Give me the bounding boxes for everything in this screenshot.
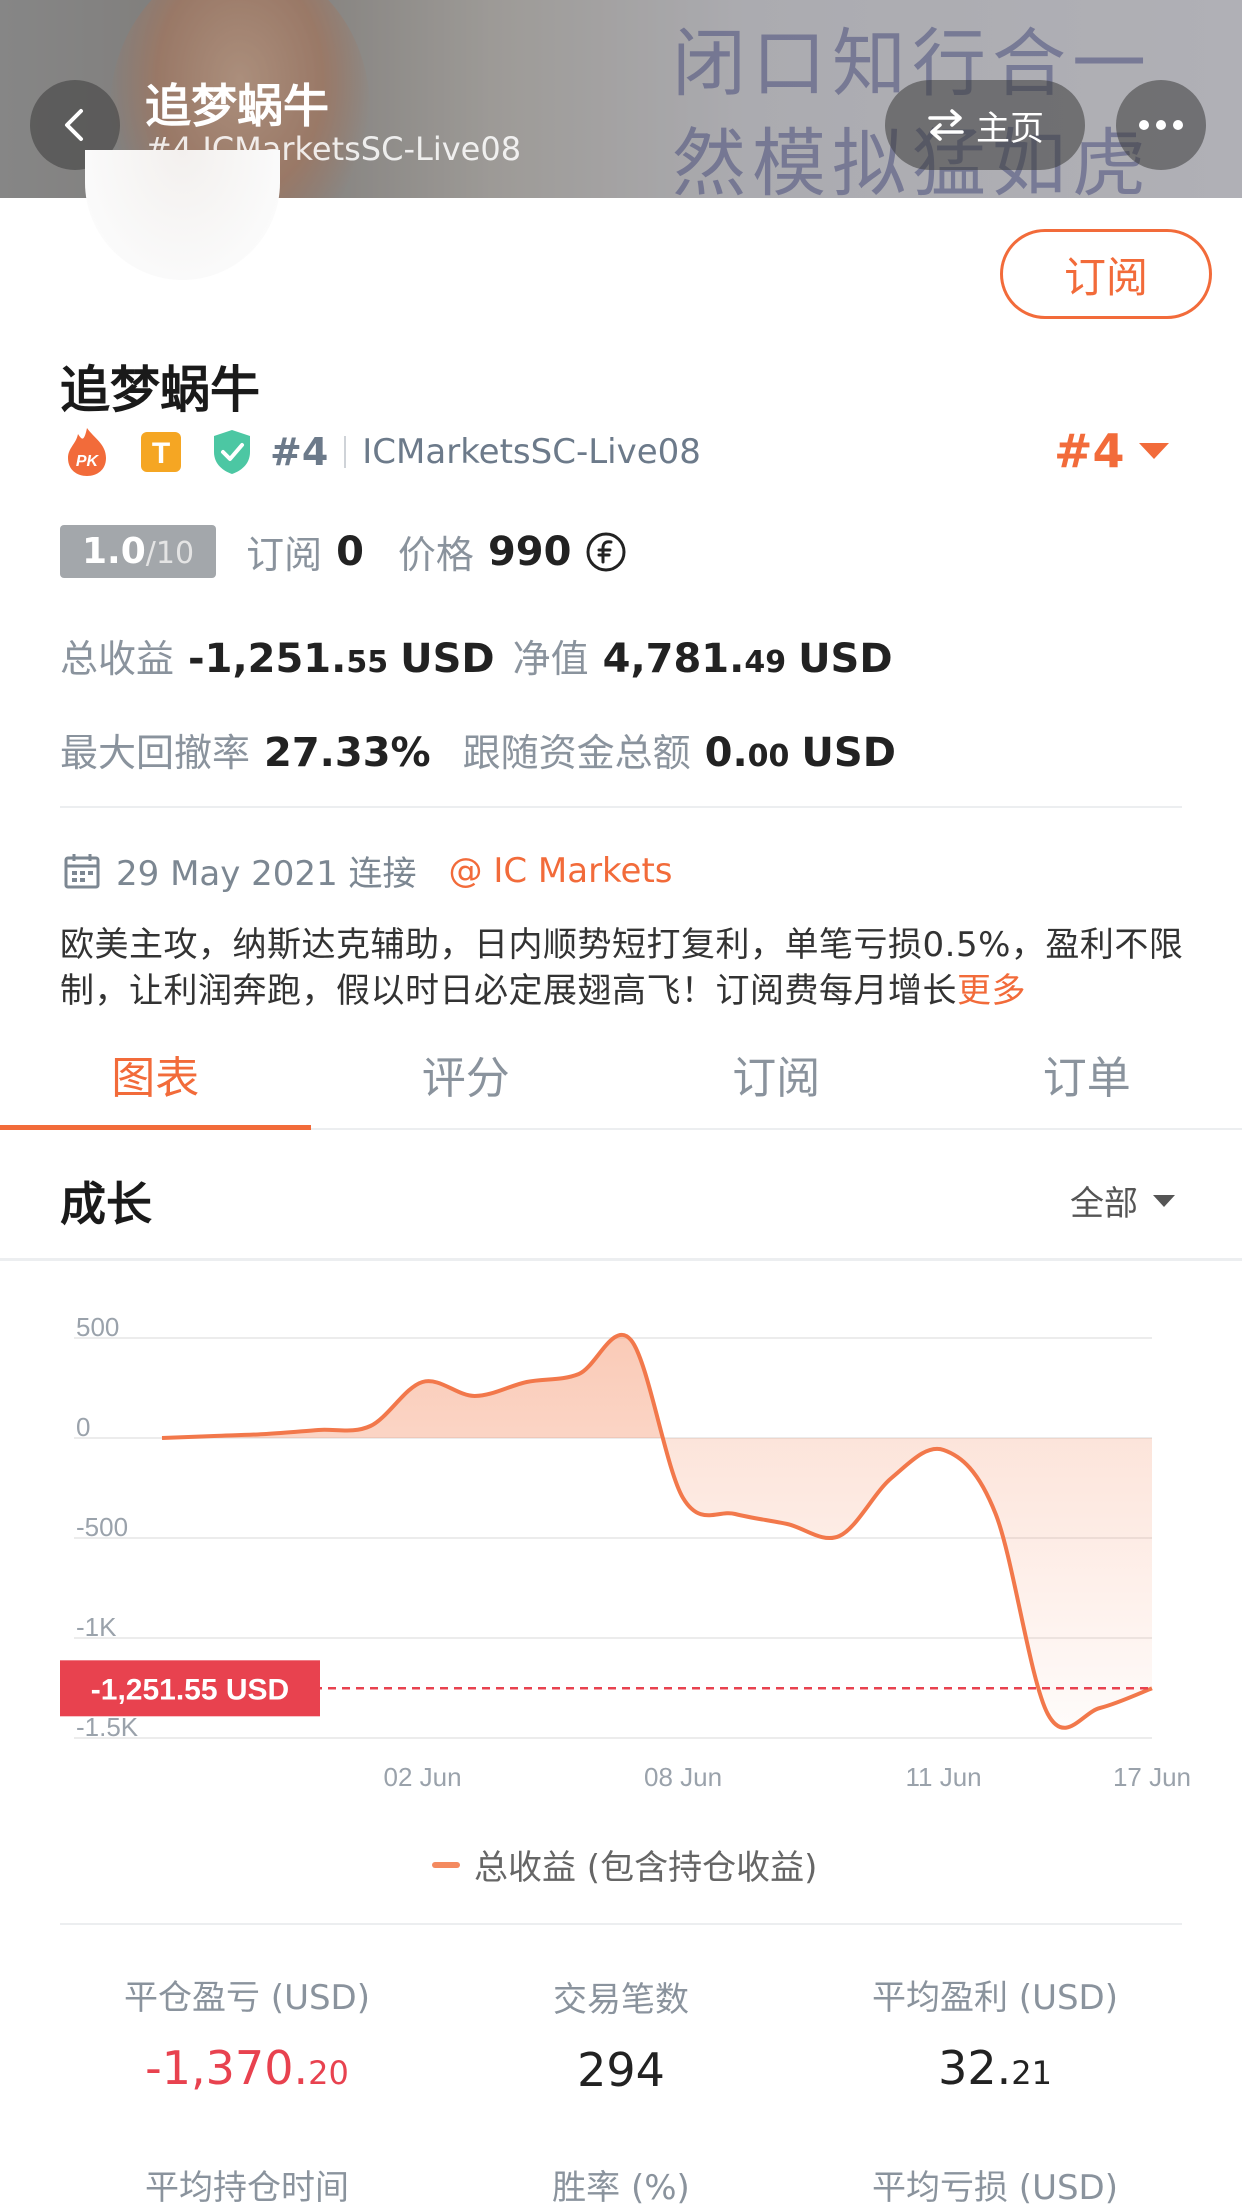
tab-subscription[interactable]: 订阅 xyxy=(621,1020,932,1128)
trader-t-icon: T xyxy=(140,431,182,473)
metric-label: 平均持仓时间 xyxy=(145,2168,349,2208)
rating-value: 1.0 xyxy=(82,531,146,572)
connection-info: 29 May 2021 连接 @ IC Markets xyxy=(62,846,673,895)
total-profit-int: -1,251. xyxy=(188,636,347,682)
price-label: 价格 xyxy=(397,533,474,577)
follow-amount-label: 跟随资金总额 xyxy=(462,731,691,775)
svg-text:T: T xyxy=(152,437,170,470)
strategy-description: 欧美主攻，纳斯达克辅助，日内顺势短打复利，单笔亏损0.5%，盈利不限制，让利润奔… xyxy=(60,922,1190,1014)
metric-label: 平仓盈亏 (USD) xyxy=(124,1978,370,2018)
tab-orders[interactable]: 订单 xyxy=(932,1020,1242,1128)
swap-icon xyxy=(928,109,964,141)
rating-badge: 1.0 /10 xyxy=(60,525,217,578)
total-profit-dec: 55 xyxy=(346,645,389,680)
follow-amount-int: 0. xyxy=(704,730,748,776)
x-tick-label: 02 Jun xyxy=(383,1762,461,1792)
y-tick-label: -1.5K xyxy=(76,1712,139,1742)
more-options-button[interactable] xyxy=(1116,80,1206,170)
verified-shield-icon xyxy=(210,428,254,476)
rating-max: /10 xyxy=(145,536,195,571)
more-dots-icon xyxy=(1139,120,1183,130)
metric-label: 平均亏损 (USD) xyxy=(872,2168,1118,2208)
metric-value: -1,370.20 xyxy=(57,2041,437,2095)
metric-label: 平均盈利 (USD) xyxy=(872,1978,1118,2018)
rank-label: #4 xyxy=(270,430,329,474)
home-button-label: 主页 xyxy=(976,108,1044,149)
y-tick-label: 500 xyxy=(76,1312,119,1342)
caret-down-icon xyxy=(1153,1194,1175,1207)
header-title: 追梦蜗牛 xyxy=(145,79,329,133)
y-tick-label: -1K xyxy=(76,1612,117,1642)
metric-closed-pnl: 平仓盈亏 (USD) -1,370.20 xyxy=(57,1970,437,2095)
drawdown-line: 最大回撤率 27.33% 跟随资金总额 0. 00 USD xyxy=(60,722,896,777)
metric-trade-count: 交易笔数 294 xyxy=(431,1972,811,2097)
y-tick-label: 0 xyxy=(76,1412,90,1442)
equity-dec: 49 xyxy=(744,645,787,680)
broker-link[interactable]: @ IC Markets xyxy=(449,851,673,891)
chart-legend: 总收益 (包含持仓收益) xyxy=(432,1840,817,1889)
y-tick-label: -500 xyxy=(76,1512,128,1542)
metric-label: 交易笔数 xyxy=(553,1980,689,2020)
total-profit-unit: USD xyxy=(400,636,495,682)
chevron-left-icon xyxy=(65,109,83,141)
metric-value-dec: 20 xyxy=(308,2054,349,2092)
metric-win-rate: 胜率 (%) xyxy=(431,2160,811,2208)
range-label: 全部 xyxy=(1070,1184,1138,1224)
metric-value-int: 32. xyxy=(938,2041,1012,2095)
coin-icon xyxy=(586,532,626,571)
drawdown-label: 最大回撤率 xyxy=(60,731,251,775)
growth-title: 成长 xyxy=(60,1177,152,1231)
rating-line: 1.0 /10 订阅 0 价格 990 xyxy=(60,524,627,579)
section-divider xyxy=(0,1258,1242,1261)
metric-value-int: 294 xyxy=(577,2043,665,2097)
x-tick-label: 11 Jun xyxy=(906,1762,982,1792)
divider xyxy=(60,1923,1182,1925)
pk-fire-icon: PK xyxy=(64,426,110,478)
metric-avg-hold-time: 平均持仓时间 xyxy=(57,2160,437,2208)
range-dropdown[interactable]: 全部 xyxy=(1070,1176,1176,1225)
equity-int: 4,781. xyxy=(602,636,745,682)
divider xyxy=(60,806,1182,808)
svg-text:PK: PK xyxy=(76,453,100,470)
rank-dropdown-label: #4 xyxy=(1054,424,1125,478)
separator xyxy=(344,436,347,468)
subscriber-count-label: 订阅 xyxy=(246,533,323,577)
x-tick-label: 17 Jun xyxy=(1113,1762,1191,1792)
follow-amount-dec: 00 xyxy=(747,739,790,774)
tab-bar: 图表 评分 订阅 订单 xyxy=(0,1020,1242,1130)
metric-value: 294 xyxy=(431,2043,811,2097)
connect-date: 29 May 2021 连接 xyxy=(116,854,417,894)
tab-chart[interactable]: 图表 xyxy=(0,1020,311,1130)
home-button[interactable]: 主页 xyxy=(885,80,1085,170)
metric-value: 32.21 xyxy=(805,2041,1185,2095)
avatar xyxy=(85,150,280,280)
metric-avg-loss: 平均亏损 (USD) xyxy=(805,2160,1185,2208)
badge-row: PK T #4 ICMarketsSC-Live08 xyxy=(64,424,701,480)
rank-dropdown[interactable]: #4 xyxy=(1054,424,1171,478)
current-value-label: -1,251.55 USD xyxy=(91,1673,289,1706)
legend-label: 总收益 (包含持仓收益) xyxy=(474,1848,818,1888)
caret-down-icon xyxy=(1138,443,1169,459)
equity-label: 净值 xyxy=(512,637,589,681)
profile-name: 追梦蜗牛 xyxy=(60,361,260,419)
price-value: 990 xyxy=(487,528,572,575)
metric-label: 胜率 (%) xyxy=(552,2168,690,2208)
metric-value-dec: 21 xyxy=(1011,2054,1052,2092)
profit-line: 总收益 -1,251. 55 USD 净值 4,781. 49 USD xyxy=(60,628,893,683)
server-name: ICMarketsSC-Live08 xyxy=(362,432,701,472)
metric-avg-profit: 平均盈利 (USD) 32.21 xyxy=(805,1970,1185,2095)
legend-swatch xyxy=(432,1861,460,1868)
subscribe-button[interactable]: 订阅 xyxy=(1000,229,1212,319)
x-tick-label: 08 Jun xyxy=(644,1762,722,1792)
equity-unit: USD xyxy=(798,636,893,682)
subscriber-count: 0 xyxy=(336,528,364,575)
follow-amount-unit: USD xyxy=(801,730,896,776)
tab-score[interactable]: 评分 xyxy=(311,1020,622,1128)
calendar-icon xyxy=(64,853,100,888)
drawdown-value: 27.33% xyxy=(264,730,431,776)
growth-chart: 500 0 -500 -1K -1.5K -1,251.55 USD 02 Jun 08 J… xyxy=(60,1312,1191,1792)
metric-value-int: -1,370. xyxy=(145,2041,309,2095)
more-link[interactable]: 更多 xyxy=(957,971,1026,1011)
total-profit-label: 总收益 xyxy=(60,637,175,681)
